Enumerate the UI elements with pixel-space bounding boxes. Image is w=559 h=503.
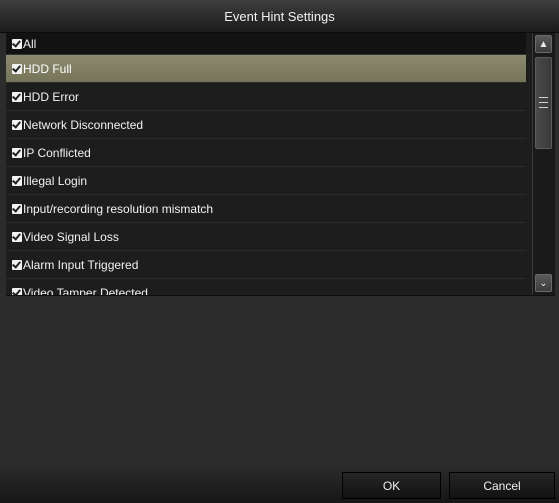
event-label: IP Conflicted (23, 145, 91, 160)
cancel-button[interactable]: Cancel (449, 472, 555, 499)
network-disconnected-checkbox[interactable] (12, 119, 22, 130)
ok-button[interactable]: OK (342, 472, 441, 499)
chevron-down-icon: ⌄ (539, 277, 548, 289)
select-all-checkbox[interactable] (12, 38, 22, 49)
select-all-label: All (23, 36, 37, 51)
event-row-illegal-login[interactable]: Illegal Login (6, 167, 526, 195)
scrollbar-thumb[interactable] (535, 57, 552, 149)
event-row-alarm-input-triggered[interactable]: Alarm Input Triggered (6, 251, 526, 279)
event-row-network-disconnected[interactable]: Network Disconnected (6, 111, 526, 139)
grip-line (539, 102, 548, 103)
event-label: Input/recording resolution mismatch (23, 201, 214, 216)
illegal-login-checkbox[interactable] (12, 175, 22, 186)
select-all-row[interactable]: All (6, 33, 526, 55)
dialog-title: Event Hint Settings (224, 8, 335, 24)
event-label: HDD Error (23, 89, 79, 104)
grip-line (539, 97, 548, 98)
event-list: All HDD Full HDD Error Network Disconnec… (6, 33, 526, 296)
event-list-area: All HDD Full HDD Error Network Disconnec… (6, 33, 555, 296)
video-signal-loss-checkbox[interactable] (12, 231, 22, 242)
hdd-full-checkbox[interactable] (12, 63, 22, 74)
ip-conflicted-checkbox[interactable] (12, 147, 22, 158)
alarm-input-triggered-checkbox[interactable] (12, 259, 22, 270)
list-scrollbar[interactable]: ▲ ⌄ (532, 33, 555, 295)
event-row-ip-conflicted[interactable]: IP Conflicted (6, 139, 526, 167)
hdd-error-checkbox[interactable] (12, 91, 22, 102)
event-label: Network Disconnected (23, 117, 144, 132)
video-tamper-detected-checkbox[interactable] (12, 287, 22, 295)
event-row-hdd-error[interactable]: HDD Error (6, 83, 526, 111)
scroll-up-button[interactable]: ▲ (535, 35, 552, 53)
event-label: Video Signal Loss (23, 229, 119, 244)
event-hint-settings-dialog: Event Hint Settings All HDD Full HDD Err… (0, 0, 559, 503)
dialog-title-bar: Event Hint Settings (0, 0, 559, 33)
event-label: HDD Full (23, 61, 72, 76)
dialog-footer: OK Cancel (0, 468, 559, 503)
resolution-mismatch-checkbox[interactable] (12, 203, 22, 214)
event-row-video-signal-loss[interactable]: Video Signal Loss (6, 223, 526, 251)
event-label: Alarm Input Triggered (23, 257, 139, 272)
event-row-video-tamper-detected[interactable]: Video Tamper Detected (6, 279, 526, 296)
event-label: Illegal Login (23, 173, 88, 188)
scroll-down-button[interactable]: ⌄ (535, 274, 552, 292)
grip-line (539, 107, 548, 108)
event-row-resolution-mismatch[interactable]: Input/recording resolution mismatch (6, 195, 526, 223)
event-label: Video Tamper Detected (23, 285, 148, 296)
event-row-hdd-full[interactable]: HDD Full (6, 55, 526, 83)
chevron-up-icon: ▲ (538, 38, 549, 50)
